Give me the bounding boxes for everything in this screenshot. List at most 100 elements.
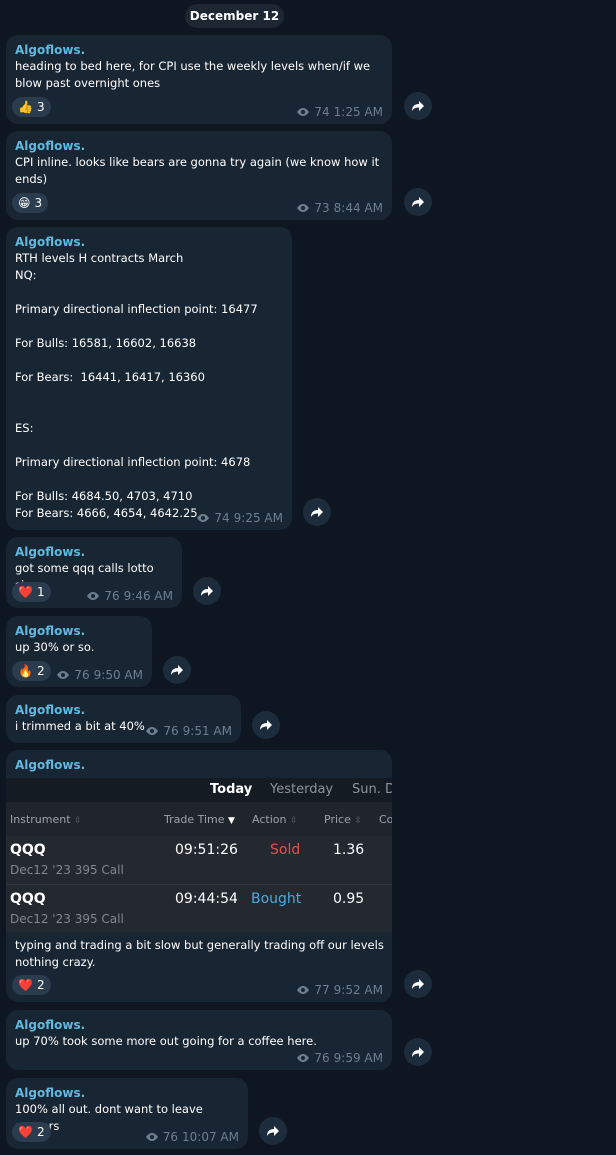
view-count: 76 — [104, 589, 120, 603]
view-count: 73 — [314, 201, 330, 215]
trade-table-header: Instrument ⇳ Trade Time ▼ Action ⇳ Price… — [6, 802, 392, 836]
tab-sunday: Sun. D — [352, 782, 392, 797]
reaction-badge[interactable]: 👍 3 — [12, 97, 51, 117]
sort-icon: ⇳ — [289, 816, 298, 826]
share-button[interactable] — [303, 498, 331, 526]
message-text: RTH levels H contracts March NQ: Primary… — [15, 251, 258, 520]
message-meta: 76 9:50 AM — [56, 668, 143, 682]
trade-action-sold: Sold — [270, 842, 301, 858]
date-separator: December 12 — [185, 4, 284, 28]
message-author[interactable]: Algoflows. — [15, 42, 383, 58]
eye-icon — [146, 727, 159, 735]
view-count: 76 — [74, 668, 90, 682]
message-text: heading to bed here, for CPI use the wee… — [15, 59, 374, 90]
eye-icon — [57, 671, 70, 679]
eye-icon — [145, 1133, 158, 1141]
share-icon — [412, 197, 424, 207]
sort-icon: ⇳ — [354, 816, 362, 826]
message-time: 9:51 AM — [182, 724, 232, 738]
message-bubble: Algoflows. 100% all out. dont want to le… — [6, 1078, 248, 1149]
trade-time: 09:44:54 — [175, 891, 238, 907]
message-text: CPI inline. looks like bears are gonna t… — [15, 155, 383, 186]
message-author[interactable]: Algoflows. — [15, 138, 383, 154]
message-text: typing and trading a bit slow but genera… — [15, 938, 388, 969]
reaction-count: 3 — [36, 100, 45, 114]
share-icon — [412, 101, 424, 111]
message-meta: 77 9:52 AM — [296, 983, 383, 997]
view-count: 74 — [314, 105, 330, 119]
message-bubble: Algoflows. up 70% took some more out goi… — [6, 1010, 392, 1070]
view-count: 76 — [314, 1051, 330, 1065]
message-author[interactable]: Algoflows. — [15, 702, 232, 718]
share-button[interactable] — [252, 711, 280, 739]
trade-action-bought: Bought — [251, 891, 302, 907]
share-button[interactable] — [163, 656, 191, 684]
trade-row: QQQ Dec12 '23 395 Call 09:44:54 Bought 0… — [6, 884, 392, 932]
reaction-badge[interactable]: 🔥 2 — [12, 661, 51, 681]
eye-icon — [297, 1054, 310, 1062]
reaction-count: 2 — [36, 664, 45, 678]
tab-yesterday: Yesterday — [270, 782, 334, 797]
tab-today: Today — [210, 782, 253, 797]
message-time: 9:50 AM — [93, 668, 143, 682]
share-icon — [412, 979, 424, 989]
column-trade-time: Trade Time ▼ — [164, 813, 235, 826]
heart-icon: ❤️ — [18, 978, 33, 992]
message-meta: 74 9:25 AM — [196, 511, 283, 525]
message-author[interactable]: Algoflows. — [15, 757, 383, 773]
grin-emoji-icon: 😁 — [18, 196, 31, 210]
trade-contract: Dec12 '23 395 Call — [10, 912, 124, 926]
message-time: 9:25 AM — [233, 511, 283, 525]
heart-icon: ❤️ — [18, 585, 33, 599]
message-text: up 70% took some more out going for a co… — [15, 1034, 317, 1048]
message-bubble: Algoflows. RTH levels H contracts March … — [6, 227, 292, 530]
message-text: up 30% or so. — [15, 640, 95, 654]
trade-symbol: QQQ — [10, 891, 46, 907]
eye-icon — [297, 204, 310, 212]
thumbs-up-icon: 👍 — [18, 100, 33, 114]
trade-row: QQQ Dec12 '23 395 Call 09:51:26 Sold 1.3… — [6, 836, 392, 884]
column-price: Price ⇳ — [324, 813, 362, 826]
share-button[interactable] — [404, 188, 432, 216]
message-time: 1:25 AM — [333, 105, 383, 119]
share-button[interactable] — [259, 1117, 287, 1145]
message-author[interactable]: Algoflows. — [15, 544, 173, 560]
message-meta: 76 10:07 AM — [145, 1130, 239, 1144]
share-button[interactable] — [404, 1038, 432, 1066]
message-meta: 76 9:51 AM — [145, 724, 232, 738]
trade-time: 09:51:26 — [175, 842, 238, 858]
reaction-badge[interactable]: ❤️ 2 — [12, 975, 51, 995]
sort-icon: ⇳ — [74, 816, 82, 826]
share-icon — [171, 665, 183, 675]
trade-price: 0.95 — [333, 891, 365, 907]
share-button[interactable] — [404, 970, 432, 998]
message-meta: 74 1:25 AM — [296, 105, 383, 119]
trade-contract: Dec12 '23 395 Call — [10, 863, 124, 877]
share-icon — [201, 586, 213, 596]
reaction-count: 3 — [34, 196, 43, 210]
message-author[interactable]: Algoflows. — [15, 234, 283, 250]
message-author[interactable]: Algoflows. — [15, 1085, 239, 1101]
reaction-badge[interactable]: 😁 3 — [12, 193, 49, 213]
reaction-count: 2 — [36, 1125, 45, 1139]
heart-icon: ❤️ — [18, 1125, 33, 1139]
message-author[interactable]: Algoflows. — [15, 623, 143, 639]
view-count: 77 — [314, 983, 330, 997]
column-co: Co — [379, 813, 392, 826]
message-time: 9:59 AM — [333, 1051, 383, 1065]
view-count: 76 — [162, 1130, 179, 1144]
eye-icon — [297, 108, 310, 116]
share-icon — [260, 720, 272, 730]
share-icon — [267, 1126, 279, 1136]
share-icon — [412, 1047, 424, 1057]
message-meta: 76 9:46 AM — [86, 589, 173, 603]
reaction-badge[interactable]: ❤️ 2 — [12, 1122, 51, 1142]
share-button[interactable] — [404, 92, 432, 120]
message-bubble: Algoflows. got some qqq calls lotto size… — [6, 537, 182, 608]
trade-screenshot-image[interactable]: Today Yesterday Sun. D Instrument ⇳ Trad… — [6, 778, 392, 932]
share-button[interactable] — [193, 577, 221, 605]
fire-icon: 🔥 — [18, 664, 33, 678]
reaction-badge[interactable]: ❤️ 1 — [12, 582, 51, 602]
message-author[interactable]: Algoflows. — [15, 1017, 383, 1033]
message-bubble: Algoflows. i trimmed a bit at 40% 76 9:5… — [6, 695, 241, 743]
